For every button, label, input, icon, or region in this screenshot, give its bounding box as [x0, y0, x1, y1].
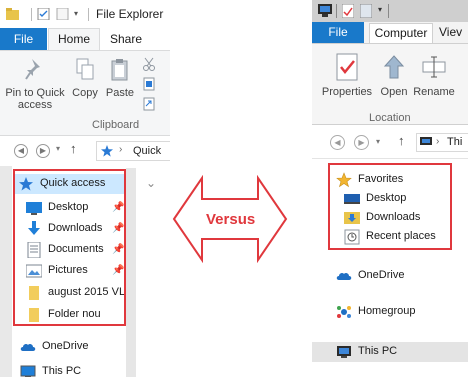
rename-label: Rename — [413, 86, 455, 98]
tab-file[interactable]: File — [0, 28, 47, 50]
title-bar: ▾ — [312, 0, 468, 22]
new-folder-quick-icon[interactable] — [360, 4, 372, 18]
highlight-box — [328, 163, 452, 250]
divider — [388, 4, 389, 18]
tab-view[interactable]: Viev — [439, 22, 462, 43]
divider — [336, 4, 337, 18]
copy-label: Copy — [72, 87, 98, 99]
breadcrumb-chevron-icon: › — [436, 136, 440, 147]
window-title: File Explorer — [96, 7, 164, 21]
computer-icon — [420, 137, 432, 145]
tab-file[interactable]: File — [312, 22, 364, 43]
nav-scrollbar[interactable] — [126, 168, 136, 377]
collapse-chevron-icon[interactable]: ⌄ — [146, 176, 156, 190]
open-label: Open — [380, 86, 408, 98]
divider — [88, 8, 89, 21]
nav-this-pc-label: This PC — [42, 365, 82, 377]
tab-share[interactable]: Share — [103, 28, 149, 50]
up-arrow-icon[interactable]: ↑ — [398, 133, 405, 148]
cloud-icon — [20, 343, 36, 351]
highlight-box — [13, 169, 126, 326]
tab-computer[interactable]: Computer — [369, 23, 433, 44]
nav-onedrive[interactable]: OneDrive — [20, 337, 120, 357]
address-bar[interactable]: › Quick — [96, 141, 170, 161]
address-bar[interactable]: › Thi — [416, 133, 468, 152]
pin-to-quick-access-button[interactable]: Pin to Quick access — [4, 57, 66, 111]
paste-icon — [111, 59, 128, 81]
back-button[interactable]: ◀ — [330, 135, 345, 150]
paste-shortcut-icon[interactable] — [142, 97, 156, 111]
address-bar-area: ◀ ▶ ▾ ↑ › Thi — [312, 125, 468, 159]
forward-button[interactable]: ▶ — [354, 135, 369, 150]
pin-icon — [25, 59, 40, 80]
tab-home[interactable]: Home — [48, 28, 100, 51]
versus-label: Versus — [206, 211, 256, 228]
pin-label-line2: access — [17, 99, 53, 111]
recent-locations-icon[interactable]: ▾ — [56, 144, 60, 153]
back-button[interactable]: ◀ — [14, 144, 28, 158]
copy-button[interactable]: Copy — [70, 57, 100, 99]
cloud-icon — [336, 272, 352, 280]
win10-explorer: File Explorer ▾ File Home Share Pin to Q… — [0, 0, 170, 377]
properties-icon — [336, 53, 358, 81]
nav-onedrive[interactable]: OneDrive — [336, 266, 446, 286]
new-folder-quick-icon[interactable] — [56, 8, 69, 20]
ribbon-tabs: File Computer Viev — [312, 22, 468, 44]
clipboard-group-label: Clipboard — [92, 119, 140, 131]
folder-icon — [6, 8, 19, 20]
paste-label: Paste — [105, 87, 135, 99]
location-group-label: Location — [369, 112, 411, 124]
quick-access-star-icon — [101, 145, 113, 157]
nav-this-pc[interactable]: This PC — [336, 342, 446, 362]
nav-onedrive-label: OneDrive — [358, 269, 405, 281]
homegroup-icon — [337, 306, 351, 318]
pin-label-line1: Pin to Quick — [5, 87, 65, 99]
address-text: Quick — [133, 145, 162, 157]
paste-button[interactable]: Paste — [104, 57, 136, 99]
nav-this-pc[interactable]: This PC — [20, 362, 120, 377]
win8-explorer: ▾ File Computer Viev Properties Open Ren… — [312, 0, 468, 377]
address-text: Thi — [447, 136, 463, 148]
address-bar-area: ◀ ▶ ▾ ↑ › Quick — [0, 136, 170, 166]
copy-path-icon[interactable] — [142, 77, 156, 91]
rename-button[interactable]: Rename — [412, 52, 456, 98]
open-button[interactable]: Open — [378, 52, 410, 98]
nav-homegroup[interactable]: Homegroup — [336, 302, 446, 322]
ribbon-tabs: File Home Share — [0, 28, 170, 51]
forward-button[interactable]: ▶ — [36, 144, 50, 158]
rename-icon — [422, 56, 446, 78]
recent-locations-icon[interactable]: ▾ — [376, 137, 380, 146]
properties-quick-icon[interactable] — [37, 8, 50, 20]
quick-access-dropdown-icon[interactable]: ▾ — [378, 5, 382, 14]
cut-icon[interactable] — [142, 57, 156, 71]
properties-button[interactable]: Properties — [318, 52, 376, 98]
computer-icon — [318, 4, 332, 17]
properties-quick-icon[interactable] — [342, 4, 354, 18]
up-arrow-icon[interactable]: ↑ — [70, 141, 77, 156]
quick-access-dropdown-icon[interactable]: ▾ — [74, 9, 78, 18]
ribbon: Properties Open Rename Location — [312, 43, 468, 125]
divider — [31, 8, 32, 21]
ribbon: Pin to Quick access Copy Paste Clipboard — [0, 50, 170, 136]
open-icon — [383, 55, 405, 79]
breadcrumb-chevron-icon: › — [119, 144, 123, 155]
properties-label: Properties — [321, 86, 373, 98]
nav-homegroup-label: Homegroup — [358, 305, 416, 317]
computer-icon — [337, 346, 351, 358]
nav-this-pc-label: This PC — [358, 345, 398, 357]
pane-edge — [0, 166, 12, 377]
copy-icon — [76, 58, 94, 80]
computer-icon — [20, 365, 36, 377]
title-bar: File Explorer ▾ — [0, 0, 170, 28]
nav-onedrive-label: OneDrive — [42, 340, 89, 352]
